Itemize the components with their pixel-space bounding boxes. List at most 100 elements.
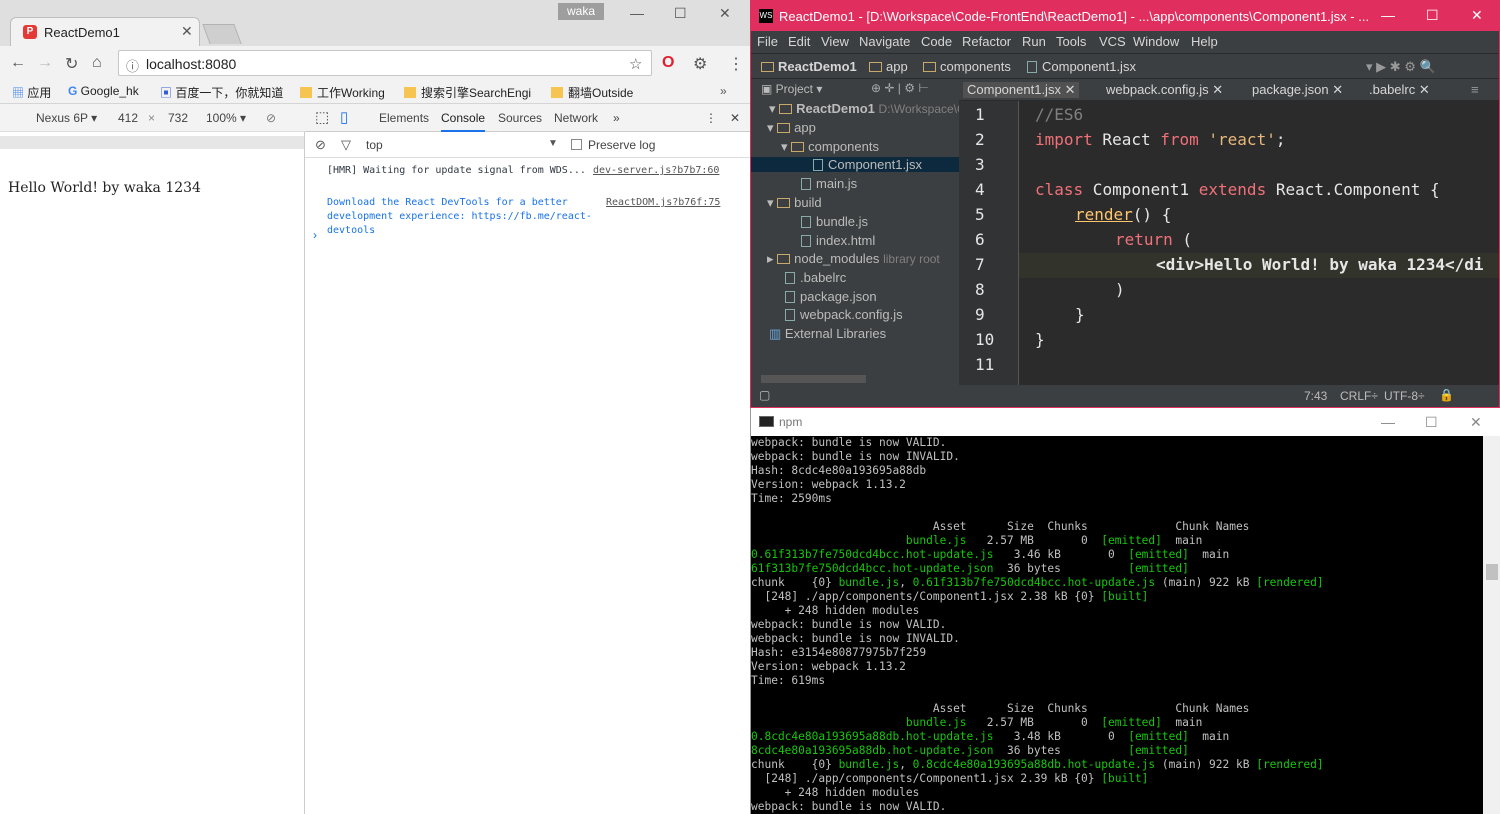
menu-window[interactable]: Window [1133,34,1179,49]
tree-item-node-modules[interactable]: ▸ node_modules library root [751,251,959,267]
code-line[interactable]: import React from 'react'; [1035,130,1285,149]
minimize-icon[interactable]: — [1381,7,1395,23]
device-width[interactable]: 412 [118,111,138,125]
menu-code[interactable]: Code [921,34,952,49]
filter-icon[interactable]: ▽ [341,137,351,153]
tab-console[interactable]: Console [441,111,486,132]
chevron-down-icon[interactable]: ▼ [548,138,558,149]
code-line[interactable]: class Component1 extends React.Component… [1035,180,1440,199]
star-icon[interactable]: ☆ [629,55,642,73]
menu-help[interactable]: Help [1191,34,1218,49]
project-scrollbar[interactable] [761,375,866,383]
bookmark-baidu[interactable]: ▣ 百度一下，你就知道 [160,84,283,101]
clear-console-icon[interactable]: ⊘ [315,137,326,153]
bookmark-outside[interactable]: 翻墙Outside [551,84,633,101]
tree-item-bundle[interactable]: bundle.js [751,214,959,229]
zoom-select[interactable]: 100% ▾ [206,111,246,125]
tabs-overflow-icon[interactable]: ≡ [1471,82,1479,97]
reload-icon[interactable]: ↻ [65,54,78,74]
bookmark-search[interactable]: 搜索引擎SearchEngi [404,84,531,101]
code-line[interactable]: } [1075,305,1085,324]
maximize-icon[interactable]: ☐ [1425,414,1438,431]
menu-view[interactable]: View [821,34,849,49]
context-select[interactable]: top [366,138,383,152]
editor-tab-package[interactable]: package.json ✕ [1252,82,1343,98]
bookmark-google[interactable]: G Google_hk [68,84,139,98]
caret-position[interactable]: 7:43 [1304,389,1327,403]
minimize-icon[interactable]: — [630,5,644,21]
tree-item-app[interactable]: ▾ app [751,120,959,136]
menu-vcs[interactable]: VCS [1099,34,1126,49]
media-query-bar[interactable] [0,136,304,149]
extension-icon[interactable]: ⚙ [693,54,707,74]
device-select[interactable]: Nexus 6P ▾ [36,111,97,125]
preserve-log-checkbox[interactable] [571,139,582,150]
editor-tab-babelrc[interactable]: .babelrc ✕ [1369,82,1430,98]
close-icon[interactable]: ✕ [1470,414,1482,431]
tree-item-external[interactable]: ▥ External Libraries [751,326,959,342]
code-line[interactable]: return ( [1115,230,1192,249]
bookmarks-overflow-icon[interactable]: » [720,84,727,98]
breadcrumb-components[interactable]: components [923,59,1011,74]
console-source-link[interactable]: dev-server.js?b7b7:60 [593,164,719,178]
code-line[interactable]: //ES6 [1035,105,1083,124]
editor-tab-component1[interactable]: Component1.jsx ✕ [963,82,1080,98]
console-prompt-icon[interactable]: › [313,228,317,242]
breadcrumb-app[interactable]: app [869,59,908,74]
device-height[interactable]: 732 [168,111,188,125]
scrollbar-thumb[interactable] [1486,564,1498,580]
project-toolbar-icons[interactable]: ⊕ ✛ | ⚙ ⊢ [871,81,929,95]
info-icon[interactable]: ⓘ [126,56,139,75]
tree-item-build[interactable]: ▾ build [751,195,959,211]
lock-icon[interactable]: 🔒 [1439,388,1454,402]
devtools-menu-icon[interactable]: ⋮ [705,111,717,125]
code-editor[interactable]: //ES6 import React from 'react'; class C… [1019,101,1499,385]
terminal-scrollbar[interactable] [1483,436,1500,814]
minimize-icon[interactable]: — [1381,414,1395,430]
code-line[interactable]: <div>Hello World! by waka 1234</di [1156,255,1484,274]
more-tabs-icon[interactable]: » [613,111,620,125]
menu-tools[interactable]: Tools [1056,34,1086,49]
code-line[interactable]: render() { [1075,205,1171,224]
editor-tab-webpack[interactable]: webpack.config.js ✕ [1106,82,1223,98]
toggle-tool-windows-icon[interactable]: ▢ [759,388,770,402]
line-separator[interactable]: CRLF÷ [1340,389,1378,403]
browser-tab[interactable]: P ReactDemo1 ✕ [10,17,200,46]
run-config-icon[interactable]: ▾ ▶ ✱ ⚙ 🔍 [1366,59,1436,75]
close-icon[interactable]: ✕ [1471,7,1483,24]
menu-navigate[interactable]: Navigate [859,34,910,49]
bookmark-apps[interactable]: ▦ 应用 [12,84,51,101]
tree-item-babelrc[interactable]: .babelrc [751,270,959,285]
devtools-close-icon[interactable]: ✕ [730,111,740,125]
menu-icon[interactable]: ⋮ [728,54,744,74]
tab-close-icon[interactable]: ✕ [181,23,193,40]
breadcrumb-file[interactable]: Component1.jsx [1027,59,1136,74]
tree-item-package[interactable]: package.json [751,289,959,304]
maximize-icon[interactable]: ☐ [674,5,687,22]
code-line[interactable]: } [1035,330,1045,349]
address-bar[interactable]: ⓘ localhost:8080 ☆ [118,50,652,76]
opera-icon[interactable]: O [662,54,674,72]
bookmark-work[interactable]: 工作Working [300,84,385,101]
inspect-icon[interactable]: ⬚ [315,108,329,126]
tree-item-webpack[interactable]: webpack.config.js [751,307,959,322]
profile-badge[interactable]: waka [558,3,604,20]
tree-item-index[interactable]: index.html [751,233,959,248]
menu-edit[interactable]: Edit [788,34,810,49]
console-source-link[interactable]: ReactDOM.js?b76f:75 [606,196,720,210]
tab-sources[interactable]: Sources [498,111,542,125]
breadcrumb-project[interactable]: ReactDemo1 [761,59,857,74]
url-text[interactable]: localhost:8080 [146,56,236,72]
maximize-icon[interactable]: ☐ [1426,7,1439,24]
file-encoding[interactable]: UTF-8÷ [1384,389,1425,403]
tab-elements[interactable]: Elements [379,111,429,125]
menu-file[interactable]: File [757,34,778,49]
tree-item-component1[interactable]: Component1.jsx [751,157,959,172]
back-icon[interactable]: ← [10,54,26,72]
forward-icon[interactable]: → [37,54,53,72]
menu-run[interactable]: Run [1022,34,1046,49]
tab-network[interactable]: Network [554,111,598,125]
rotate-icon[interactable]: ⊘ [266,111,276,125]
tree-item-root[interactable]: ▾ ReactDemo1 D:\Workspace\C [751,101,966,117]
project-view-select[interactable]: ▣ Project ▾ [761,82,822,96]
